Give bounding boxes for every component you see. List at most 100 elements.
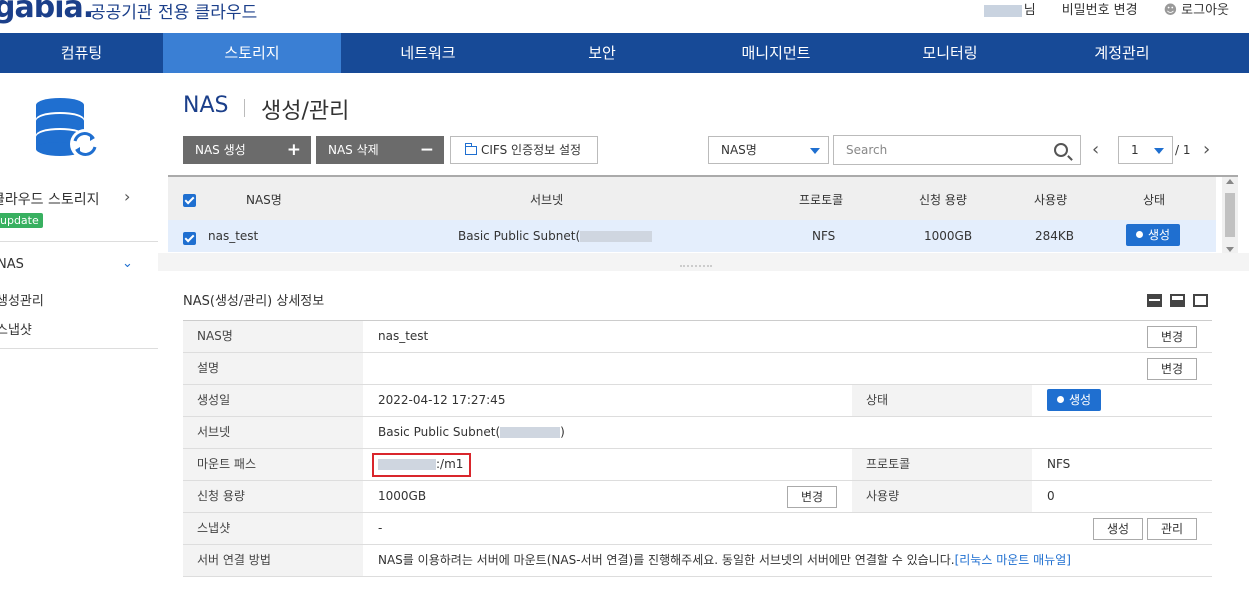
split-panel-icon[interactable] bbox=[1170, 294, 1185, 307]
main-nav: 컴퓨팅 스토리지 네트워크 보안 매니지먼트 모니터링 계정관리 bbox=[0, 33, 1249, 73]
user-area: 님 비밀번호 변경 ☻ 로그아웃 bbox=[983, 0, 1229, 18]
row-subnet-text: Basic Public Subnet( bbox=[458, 229, 581, 243]
main-content: NAS 생성/관리 NAS 생성 + NAS 삭제 − CIFS 인증정보 설정… bbox=[158, 73, 1249, 596]
search-filter-value: NAS명 bbox=[721, 143, 757, 157]
page-subtitle: 생성/관리 bbox=[261, 99, 350, 124]
database-sync-icon bbox=[36, 98, 100, 159]
column-header-protocol: 프로토콜 bbox=[799, 193, 844, 207]
detail-row-mount-path: 마운트 패스 :/m1 프로토콜 NFS bbox=[183, 449, 1212, 481]
top-header: gabia. 공공기관 전용 클라우드 님 비밀번호 변경 ☻ 로그아웃 bbox=[0, 0, 1249, 33]
label-snapshot: 스냅샷 bbox=[183, 513, 363, 544]
cifs-label: CIFS 인증정보 설정 bbox=[481, 143, 582, 157]
nas-delete-label: NAS 삭제 bbox=[328, 143, 379, 157]
nav-network[interactable]: 네트워크 bbox=[341, 33, 515, 73]
view-toggle bbox=[1147, 294, 1208, 307]
row-protocol: NFS bbox=[812, 229, 836, 243]
row-name: nas_test bbox=[208, 229, 259, 243]
row-checkbox[interactable] bbox=[183, 232, 196, 245]
prev-page-icon[interactable]: ‹ bbox=[1092, 139, 1099, 160]
detail-row-subnet: 서브넷 Basic Public Subnet() bbox=[183, 417, 1212, 449]
sidebar-item-nas[interactable]: NAS bbox=[0, 257, 24, 272]
scroll-up-icon[interactable] bbox=[1226, 179, 1234, 184]
chevron-down-icon[interactable]: ⌄ bbox=[122, 256, 133, 271]
scroll-thumb[interactable] bbox=[1225, 193, 1235, 237]
sidebar-divider bbox=[0, 241, 158, 242]
nav-computing[interactable]: 컴퓨팅 bbox=[0, 33, 163, 73]
label-status: 상태 bbox=[852, 385, 1032, 416]
nav-management[interactable]: 매니지먼트 bbox=[689, 33, 863, 73]
nas-create-button[interactable]: NAS 생성 + bbox=[183, 136, 311, 164]
nas-create-label: NAS 생성 bbox=[195, 143, 246, 157]
value-subnet: Basic Public Subnet() bbox=[378, 417, 565, 448]
nav-storage[interactable]: 스토리지 bbox=[163, 33, 341, 73]
mount-path-highlight bbox=[372, 453, 471, 477]
status-label: 생성 bbox=[1148, 228, 1171, 242]
nas-delete-button[interactable]: NAS 삭제 − bbox=[316, 136, 444, 164]
row-subnet-blurred bbox=[580, 231, 653, 242]
grip-icon[interactable] bbox=[680, 265, 712, 269]
caret-down-icon bbox=[810, 148, 820, 154]
subnet-blurred bbox=[500, 427, 561, 438]
snapshot-create-button[interactable]: 생성 bbox=[1093, 518, 1143, 540]
value-usage: 0 bbox=[1047, 489, 1055, 503]
nas-list-table: NAS명 서브넷 프로토콜 신청 용량 사용량 상태 nas_test Basi… bbox=[168, 175, 1238, 255]
row-capacity: 1000GB bbox=[924, 229, 973, 243]
nav-account[interactable]: 계정관리 bbox=[1037, 33, 1207, 73]
select-all-checkbox[interactable] bbox=[183, 194, 196, 207]
nav-monitoring[interactable]: 모니터링 bbox=[863, 33, 1037, 73]
connect-text: NAS를 이용하려는 서버에 마운트(NAS-서버 연결)를 진행해주세요. 동… bbox=[378, 553, 955, 567]
minus-icon: − bbox=[419, 140, 434, 160]
column-header-usage: 사용량 bbox=[1034, 193, 1068, 207]
value-connect: NAS를 이용하려는 서버에 마운트(NAS-서버 연결)를 진행해주세요. 동… bbox=[378, 545, 1071, 576]
column-header-subnet: 서브넷 bbox=[530, 193, 564, 207]
scroll-down-icon[interactable] bbox=[1226, 247, 1234, 252]
sidebar-item-create-manage[interactable]: 생성관리 bbox=[0, 290, 44, 309]
sidebar-item-snapshot[interactable]: 스냅샷 bbox=[0, 319, 32, 338]
detail-row-snapshot: 스냅샷 - 생성 관리 bbox=[183, 513, 1212, 545]
page-title: NAS bbox=[183, 93, 229, 118]
status-dot-icon bbox=[1136, 231, 1143, 238]
linux-mount-manual-link[interactable]: [리눅스 마운트 매뉴얼] bbox=[955, 553, 1071, 567]
maximize-panel-icon[interactable] bbox=[1193, 294, 1208, 307]
page-select[interactable]: 1 bbox=[1118, 136, 1173, 164]
detail-title: NAS(생성/관리) 상세정보 bbox=[183, 294, 325, 309]
status-dot-icon bbox=[1057, 396, 1064, 403]
detail-row-capacity: 신청 용량 1000GB 변경 사용량 0 bbox=[183, 481, 1212, 513]
label-name: NAS명 bbox=[183, 321, 363, 352]
row-usage: 284KB bbox=[1035, 229, 1075, 243]
table-header: NAS명 서브넷 프로토콜 신청 용량 사용량 상태 bbox=[168, 177, 1216, 220]
status-badge: 생성 bbox=[1047, 389, 1102, 411]
change-capacity-button[interactable]: 변경 bbox=[787, 486, 837, 508]
cifs-settings-button[interactable]: CIFS 인증정보 설정 bbox=[450, 136, 598, 164]
next-page-icon[interactable]: › bbox=[1203, 139, 1210, 160]
search-filter-select[interactable]: NAS명 bbox=[708, 136, 829, 164]
logo-subtitle: 공공기관 전용 클라우드 bbox=[90, 3, 258, 23]
folder-icon bbox=[465, 143, 477, 155]
value-snapshot: - bbox=[378, 521, 383, 535]
change-name-button[interactable]: 변경 bbox=[1147, 326, 1197, 348]
list-scrollbar[interactable] bbox=[1222, 177, 1238, 255]
snapshot-manage-button[interactable]: 관리 bbox=[1147, 518, 1197, 540]
column-header-name: NAS명 bbox=[246, 193, 282, 207]
search-input[interactable] bbox=[834, 136, 1034, 164]
status-label: 생성 bbox=[1069, 393, 1092, 407]
logout-label: 로그아웃 bbox=[1181, 3, 1229, 18]
subnet-suffix: ) bbox=[560, 425, 565, 439]
search-icon[interactable] bbox=[1054, 143, 1068, 157]
value-protocol: NFS bbox=[1047, 457, 1071, 471]
nav-security[interactable]: 보안 bbox=[515, 33, 689, 73]
minimize-panel-icon[interactable] bbox=[1147, 294, 1162, 307]
sidebar-item-cloud-storage[interactable]: 클라우드 스토리지 bbox=[0, 189, 100, 209]
column-header-status: 상태 bbox=[1143, 193, 1166, 207]
logo[interactable]: gabia. bbox=[0, 0, 94, 25]
subnet-prefix: Basic Public Subnet( bbox=[378, 425, 501, 439]
status-badge: 생성 bbox=[1126, 224, 1181, 246]
logout-link[interactable]: ☻ 로그아웃 bbox=[1164, 0, 1229, 18]
table-row[interactable]: nas_test Basic Public Subnet( NFS 1000GB… bbox=[168, 220, 1216, 252]
change-description-button[interactable]: 변경 bbox=[1147, 358, 1197, 380]
change-password-link[interactable]: 비밀번호 변경 bbox=[1062, 0, 1138, 18]
label-subnet: 서브넷 bbox=[183, 417, 363, 448]
chevron-right-icon[interactable]: › bbox=[124, 187, 130, 206]
label-connect: 서버 연결 방법 bbox=[183, 545, 363, 576]
update-badge: update bbox=[0, 213, 43, 228]
